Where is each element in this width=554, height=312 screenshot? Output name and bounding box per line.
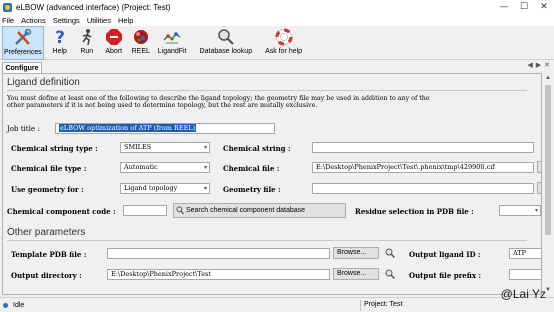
window-title: eLBOW (advanced interface) (Project: Tes…	[16, 2, 171, 12]
template-pdb-file-input[interactable]	[107, 248, 330, 259]
geometry-file-input[interactable]	[312, 183, 534, 194]
run-label: Run	[80, 48, 94, 55]
vertical-scrollbar[interactable]: ▲ ▼	[542, 73, 554, 295]
job-title-label: Job title :	[7, 125, 40, 133]
ligand-definition-heading: Ligand definition	[7, 77, 80, 88]
chevron-down-icon: ▾	[203, 144, 207, 151]
stop-sign-icon	[103, 27, 125, 47]
chemical-file-type-select[interactable]: Automatic ▾	[120, 162, 210, 173]
chemical-file-input[interactable]: E:\Desktop\PhenixProject\Test\.phenix\tm…	[312, 162, 534, 173]
molecule-ball-icon	[130, 27, 152, 47]
chemical-component-code-input[interactable]	[123, 205, 167, 216]
template-pdb-file-label: Template PDB file :	[11, 250, 87, 259]
chemical-component-code-label: Chemical component code :	[7, 207, 116, 216]
template-pdb-search-icon[interactable]	[385, 248, 395, 258]
maximize-button[interactable]: ☐	[514, 0, 534, 14]
job-title-input[interactable]: eLBOW optimization of ATP (from REEL)	[55, 123, 275, 134]
life-ring-icon	[273, 27, 295, 47]
status-indicator-icon	[3, 302, 8, 308]
tab-close-icon[interactable]: ✕	[544, 61, 550, 69]
reel-label: REEL	[131, 48, 150, 55]
output-directory-label: Output directory :	[11, 271, 82, 280]
magnifier-icon	[215, 27, 237, 47]
close-button[interactable]: ✕	[534, 0, 554, 14]
output-ligand-id-label: Output ligand ID :	[409, 250, 481, 259]
other-parameters-heading: Other parameters	[7, 227, 86, 238]
chemical-file-label: Chemical file :	[223, 164, 280, 173]
status-divider	[360, 300, 361, 311]
ligandfit-button[interactable]: LigandFit	[157, 26, 188, 60]
output-directory-search-icon[interactable]	[385, 269, 395, 279]
reel-button[interactable]: REEL	[130, 26, 152, 60]
status-bar: Idle Project: Test	[0, 297, 554, 312]
chemical-string-type-label: Chemical string type :	[11, 144, 98, 153]
ask-for-help-button[interactable]: Ask for help	[264, 26, 303, 60]
chemical-file-type-value: Automatic	[124, 163, 158, 171]
ligand-structure-icon	[161, 27, 183, 47]
chemical-string-input[interactable]	[312, 142, 534, 153]
menu-settings[interactable]: Settings	[53, 16, 80, 25]
geometry-file-label: Geometry file :	[223, 185, 281, 194]
section-divider	[7, 240, 527, 241]
preferences-label: Preferences	[4, 49, 42, 56]
status-project: Project: Test	[364, 301, 403, 308]
abort-label: Abort	[105, 48, 123, 55]
menu-file[interactable]: File	[2, 16, 14, 25]
tab-scroll-left-icon[interactable]: ◀	[527, 61, 532, 69]
chevron-down-icon: ▾	[203, 185, 207, 192]
title-bar: eLBOW (advanced interface) (Project: Tes…	[0, 0, 554, 14]
database-lookup-button[interactable]: Database lookup	[199, 26, 254, 60]
output-ligand-id-input[interactable]: ATP	[509, 248, 541, 259]
status-text: Idle	[13, 301, 25, 309]
residue-selection-label: Residue selection in PDB file :	[355, 207, 474, 216]
preferences-button[interactable]: Preferences	[2, 26, 44, 60]
use-geometry-for-label: Use geometry for :	[11, 185, 84, 194]
use-geometry-for-select[interactable]: Ligand topology ▾	[120, 183, 210, 194]
output-file-prefix-input[interactable]	[509, 269, 541, 280]
run-figure-icon	[76, 27, 98, 47]
section-divider	[7, 90, 527, 91]
chemical-string-type-value: SMILES	[124, 143, 152, 151]
search-ccd-label: Search chemical component database	[185, 207, 306, 214]
menu-actions[interactable]: Actions	[21, 16, 46, 25]
ligandfit-label: LigandFit	[157, 48, 187, 55]
tab-scroll-right-icon[interactable]: ▶	[536, 61, 541, 69]
chemical-string-type-select[interactable]: SMILES ▾	[120, 142, 210, 153]
question-mark-icon: ?	[49, 27, 71, 47]
scroll-up-icon[interactable]: ▲	[544, 74, 552, 82]
minimize-button[interactable]: —	[494, 0, 514, 14]
menu-help[interactable]: Help	[118, 16, 133, 25]
chemical-string-label: Chemical string :	[223, 144, 291, 153]
toolbar: Preferences ? Help Run Abort REEL Ligand…	[0, 26, 554, 60]
output-file-prefix-label: Output file prefix :	[409, 271, 482, 280]
search-chemical-component-database-button[interactable]: Search chemical component database	[173, 203, 346, 218]
run-button[interactable]: Run	[76, 26, 98, 60]
ligand-definition-note: You must define at least one of the foll…	[7, 95, 430, 110]
residue-selection-select[interactable]: ▾	[499, 205, 541, 216]
job-title-value: eLBOW optimization of ATP (from REEL)	[59, 124, 197, 132]
template-pdb-browse-button[interactable]: Browse...	[333, 247, 379, 259]
app-icon	[3, 2, 12, 12]
configure-panel: Ligand definition You must define at lea…	[2, 73, 542, 295]
output-directory-browse-button[interactable]: Browse...	[333, 268, 379, 280]
use-geometry-for-value: Ligand topology	[124, 184, 178, 192]
tools-icon	[12, 28, 34, 48]
watermark: @Lai Yz	[500, 287, 546, 301]
help-label: Help	[52, 48, 67, 55]
chevron-down-icon: ▾	[534, 207, 538, 214]
database-lookup-label: Database lookup	[199, 48, 253, 55]
chevron-down-icon: ▾	[203, 164, 207, 171]
magnifier-icon	[176, 206, 184, 215]
help-button[interactable]: ? Help	[49, 26, 71, 60]
menu-bar: File Actions Settings Utilities Help	[0, 14, 554, 26]
chemical-file-type-label: Chemical file type :	[11, 164, 87, 173]
tab-strip: Configure ◀ ▶ ✕	[0, 61, 554, 74]
scroll-thumb[interactable]	[545, 85, 551, 235]
ask-for-help-label: Ask for help	[265, 48, 303, 55]
abort-button[interactable]: Abort	[103, 26, 125, 60]
output-directory-input[interactable]: E:\Desktop\PhenixProject\Test	[107, 269, 330, 280]
menu-utilities[interactable]: Utilities	[87, 16, 111, 25]
svg-text:?: ?	[55, 28, 65, 46]
